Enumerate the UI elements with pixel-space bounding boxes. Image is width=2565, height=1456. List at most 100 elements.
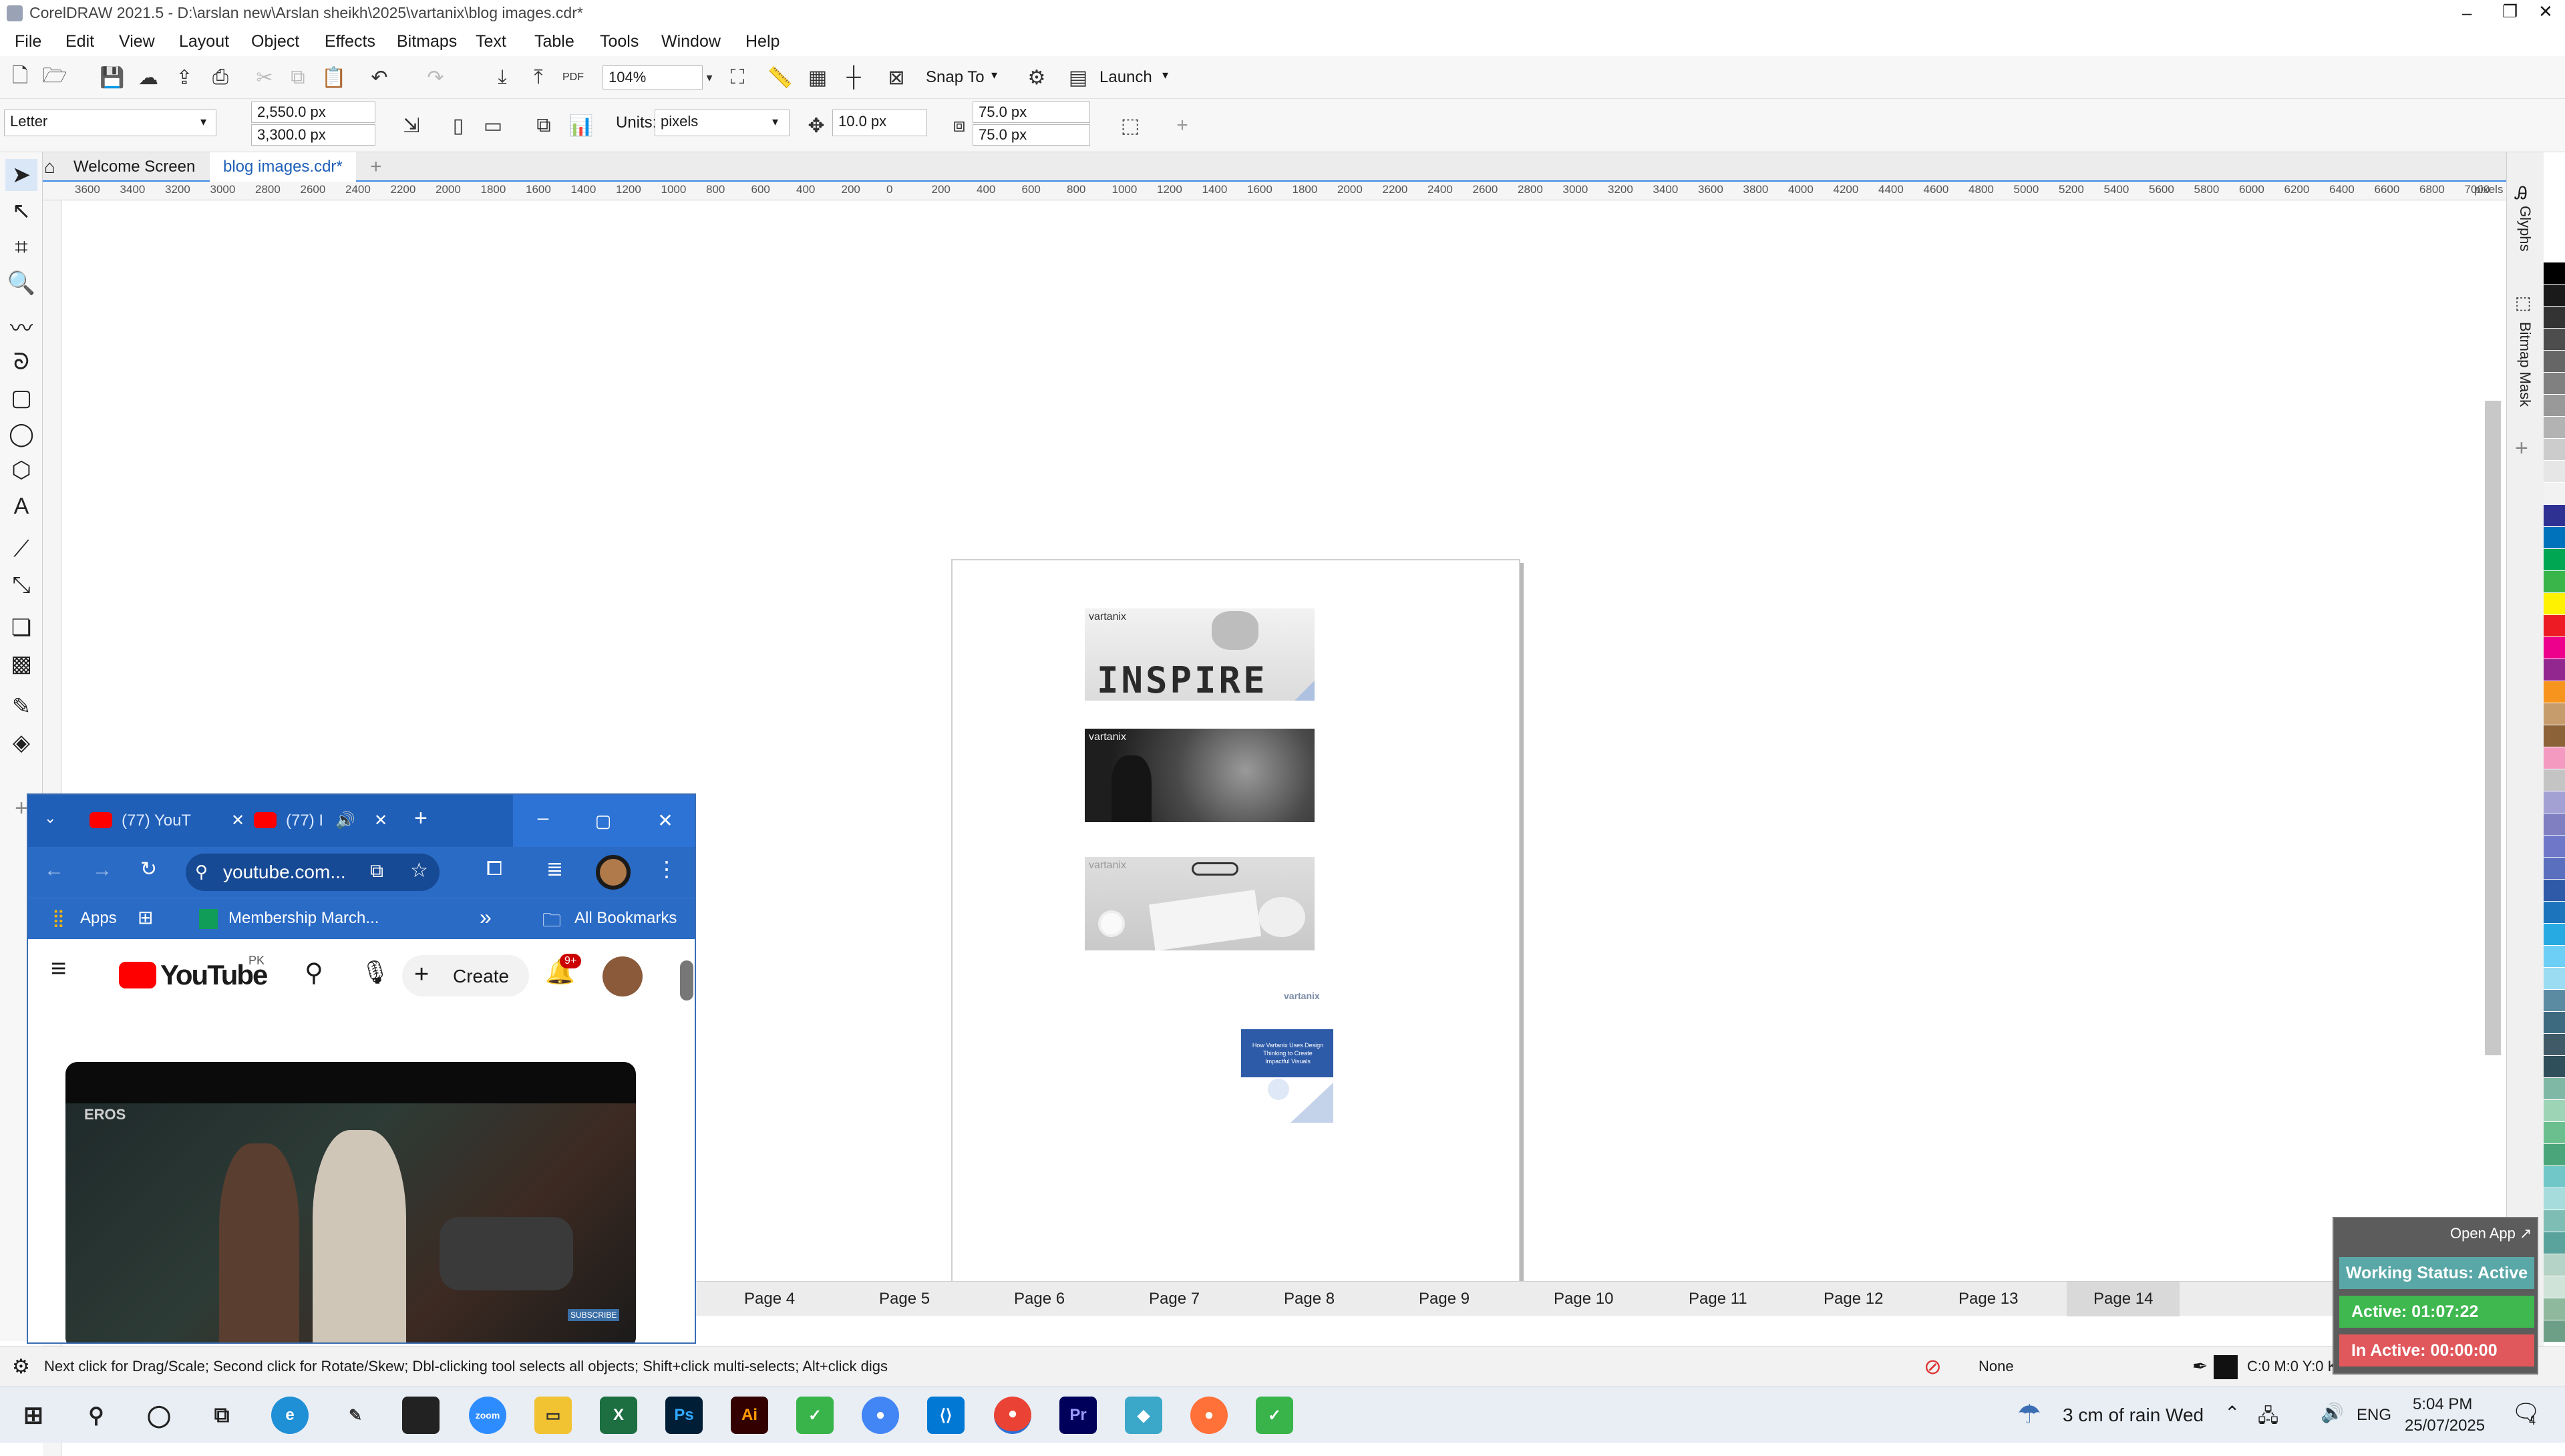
chrome-profile-icon[interactable]: ● [994, 1397, 1031, 1434]
glyphs-icon[interactable]: Ꭿ [2515, 183, 2528, 204]
color-swatch[interactable] [2544, 329, 2565, 351]
color-swatch[interactable] [2544, 461, 2565, 483]
microphone-icon[interactable]: 🎙 [361, 959, 389, 986]
bookmarks-overflow[interactable]: » [480, 905, 492, 930]
color-swatch[interactable] [2544, 571, 2565, 593]
zoom-level-field[interactable]: 104% [603, 65, 703, 89]
launch-dropdown[interactable]: Launch [1099, 68, 1152, 87]
grid-icon[interactable]: ▦ [803, 63, 832, 92]
launch-chevron-icon[interactable]: ▾ [1162, 68, 1168, 82]
user-avatar[interactable] [603, 956, 643, 996]
duplicate-x-field[interactable]: 75.0 px [973, 102, 1090, 123]
full-screen-icon[interactable]: ⛶ [723, 63, 752, 92]
search-icon[interactable]: ⚲ [77, 1397, 115, 1434]
fill-indicator-icon[interactable]: ⊘ [1924, 1354, 1942, 1379]
vertical-scrollbar[interactable] [2485, 401, 2501, 1055]
address-bar[interactable]: ⚲ youtube.com... ⧉ ☆ [186, 854, 440, 891]
bitmap-mask-docker-tab[interactable]: Bitmap Mask [2516, 322, 2534, 407]
zoom-tool-icon[interactable]: 🔍 [5, 267, 37, 299]
address-url[interactable]: youtube.com... [223, 862, 346, 883]
color-swatch[interactable] [2544, 1276, 2565, 1298]
units-select[interactable]: pixels [655, 110, 790, 136]
menu-help[interactable]: Help [745, 32, 780, 51]
menu-text[interactable]: Text [476, 32, 506, 51]
illustrator-icon[interactable]: Ai [731, 1397, 768, 1434]
menu-view[interactable]: View [119, 32, 155, 51]
freehand-tool-icon[interactable]: 〰 [5, 310, 37, 342]
page-size-select[interactable]: Letter [4, 110, 216, 136]
task-view-icon[interactable]: ⧉ [203, 1397, 240, 1434]
page-tab[interactable]: Page 5 [879, 1290, 930, 1308]
options-gear-icon[interactable]: ⚙ [1022, 63, 1051, 92]
menu-file[interactable]: File [15, 32, 41, 51]
network-icon[interactable]: 🖧 [2258, 1402, 2278, 1434]
menu-object[interactable]: Object [251, 32, 299, 51]
close-button[interactable]: ✕ [2538, 1, 2553, 22]
weather-icon[interactable]: ☂ [2017, 1399, 2041, 1430]
eyedropper-tool-icon[interactable]: ✎ [5, 691, 37, 723]
color-swatch[interactable] [2544, 1034, 2565, 1056]
clock-date[interactable]: 25/07/2025 [2405, 1417, 2485, 1435]
tab-blog-images[interactable]: blog images.cdr* [210, 152, 356, 182]
reload-icon[interactable]: ↻ [140, 858, 157, 881]
redo-icon[interactable]: ↷ [421, 63, 450, 92]
transparency-tool-icon[interactable]: ▩ [5, 648, 37, 680]
color-swatch[interactable] [2544, 968, 2565, 990]
video-player[interactable]: EROS SUBSCRIBE [65, 1062, 636, 1342]
save-icon[interactable]: 💾 [98, 63, 127, 92]
nudge-distance-field[interactable]: 10.0 px [832, 110, 927, 136]
color-swatch[interactable] [2544, 395, 2565, 417]
hamburger-menu-icon[interactable]: ≡ [51, 954, 66, 984]
menu-bitmaps[interactable]: Bitmaps [397, 32, 457, 51]
site-info-icon[interactable]: ⚲ [195, 862, 208, 882]
menu-table[interactable]: Table [534, 32, 574, 51]
color-swatch[interactable] [2544, 880, 2565, 902]
tab-search-icon[interactable]: ⌄ [44, 809, 56, 827]
orientation-lock-icon[interactable]: ⇲ [397, 111, 426, 140]
page-tab[interactable]: Page 12 [1824, 1290, 1883, 1308]
notification-center-icon[interactable]: 🗨 [2512, 1399, 2540, 1426]
guidelines-icon[interactable]: ┼ [839, 63, 868, 92]
speaker-icon[interactable]: 🔊 [335, 801, 355, 840]
color-swatch[interactable] [2544, 858, 2565, 880]
color-palette[interactable] [2544, 240, 2565, 1362]
terminal-icon[interactable] [402, 1397, 440, 1434]
page-tab[interactable]: Page 13 [1958, 1290, 2018, 1308]
create-button[interactable]: + Create [402, 955, 529, 996]
current-page-icon[interactable]: 📊 [566, 111, 596, 140]
excel-icon[interactable]: X [600, 1397, 637, 1434]
copy-icon[interactable]: ⧉ [283, 63, 313, 92]
document-page[interactable]: INSPIRE vartanix vartanix vartanix varta… [951, 559, 1520, 1294]
color-swatch[interactable] [2544, 615, 2565, 637]
color-swatch[interactable] [2544, 285, 2565, 307]
color-swatch[interactable] [2544, 527, 2565, 549]
page-tab[interactable]: Page 7 [1149, 1290, 1200, 1308]
youtube-search-icon[interactable]: ⚲ [305, 958, 323, 988]
clock-time[interactable]: 5:04 PM [2413, 1395, 2472, 1414]
page-size-chevron-icon[interactable]: ▾ [200, 115, 206, 129]
browser-maximize-button[interactable]: ▢ [573, 795, 633, 847]
blog-image-desk[interactable]: vartanix [1085, 857, 1315, 950]
interactive-fill-icon[interactable]: ◈ [5, 727, 37, 759]
color-swatch[interactable] [2544, 1100, 2565, 1122]
volume-icon[interactable]: 🔊 [2321, 1402, 2344, 1424]
close-tab-2-icon[interactable]: ✕ [374, 801, 387, 840]
color-swatch[interactable] [2544, 240, 2565, 262]
launch-icon[interactable]: ▤ [1063, 63, 1093, 92]
cloud-icon[interactable]: ☁ [134, 63, 163, 92]
profile-avatar[interactable] [596, 855, 631, 890]
open-folder-icon[interactable]: 🗁 [40, 63, 69, 92]
page-scrollbar[interactable] [680, 960, 693, 1000]
open-app-link[interactable]: Open App ↗ [2450, 1225, 2532, 1242]
color-swatch[interactable] [2544, 417, 2565, 439]
menu-layout[interactable]: Layout [179, 32, 229, 51]
all-pages-icon[interactable]: ⧉ [529, 111, 558, 140]
shape-tool-icon[interactable]: ↖ [5, 195, 37, 227]
vscode-icon[interactable]: ⟨⟩ [927, 1397, 965, 1434]
pick-tool-icon[interactable]: ➤ [5, 159, 37, 191]
coreldraw-icon-1[interactable]: ✓ [796, 1397, 834, 1434]
menu-tools[interactable]: Tools [600, 32, 639, 51]
color-swatch[interactable] [2544, 747, 2565, 769]
menu-effects[interactable]: Effects [325, 32, 375, 51]
page-tab[interactable]: Page 9 [1419, 1290, 1470, 1308]
